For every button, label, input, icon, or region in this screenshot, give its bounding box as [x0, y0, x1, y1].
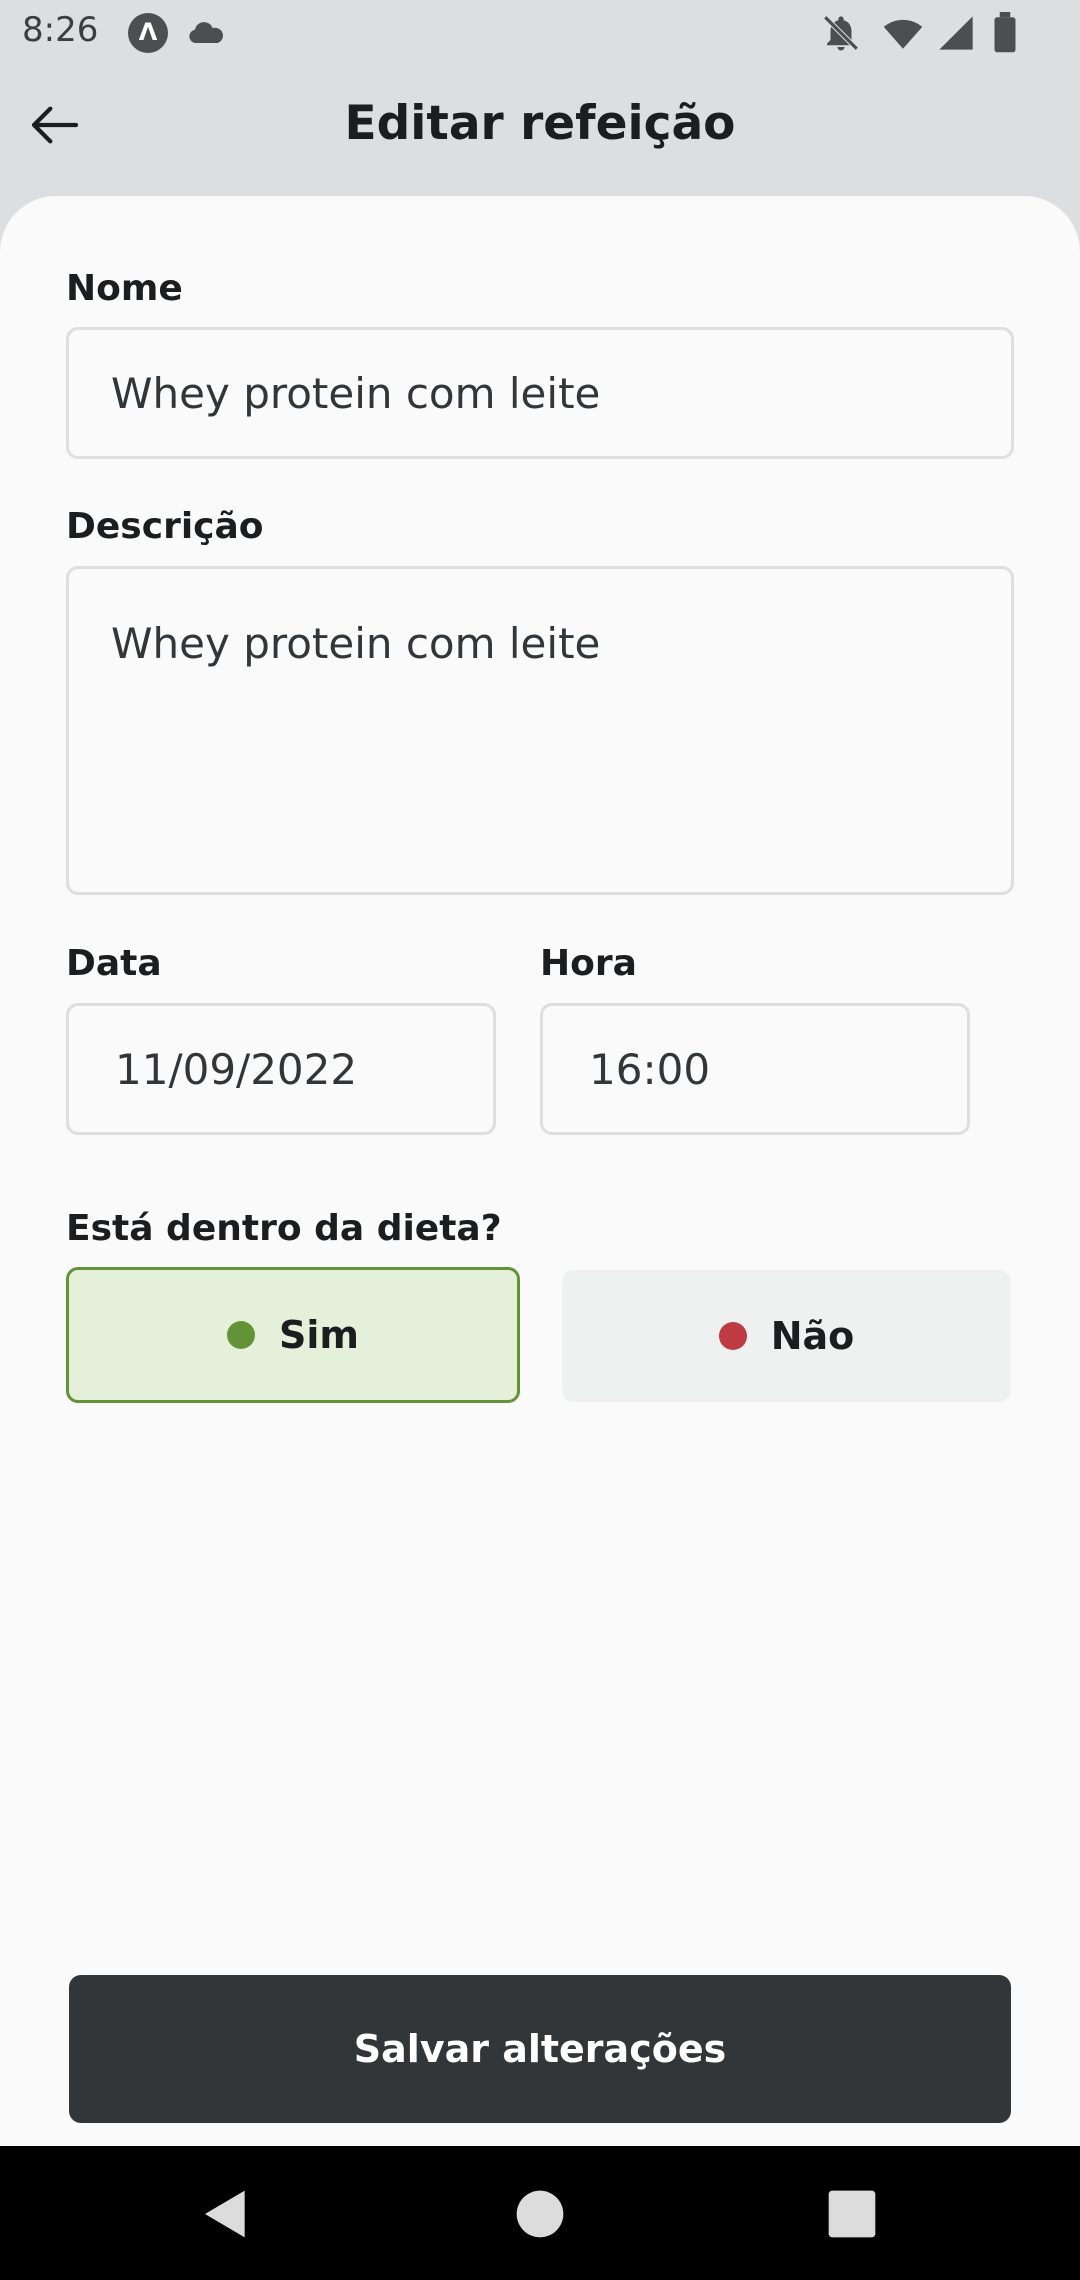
date-input[interactable]: 11/09/2022	[66, 1003, 496, 1135]
save-changes-label: Salvar alterações	[353, 2027, 727, 2071]
battery-icon	[990, 12, 1020, 58]
green-dot-icon	[227, 1321, 255, 1349]
status-icons	[820, 12, 1080, 54]
time-input-value: 16:00	[589, 1044, 711, 1094]
signal-icon	[936, 12, 976, 58]
diet-no-label: Não	[770, 1314, 855, 1358]
save-changes-button[interactable]: Salvar alterações	[69, 1975, 1011, 2123]
form-card	[0, 196, 1080, 2146]
time-label: Hora	[540, 943, 637, 984]
page-title: Editar refeição	[344, 96, 736, 151]
name-input-value: Whey protein com leite	[111, 368, 601, 418]
time-input[interactable]: 16:00	[540, 1003, 970, 1135]
description-input-value: Whey protein com leite	[111, 619, 601, 668]
status-bar: 8:26 Λ	[0, 0, 1080, 66]
nav-recents-button[interactable]	[824, 2186, 880, 2242]
notifications-off-icon	[820, 12, 862, 58]
diet-question-label: Está dentro da dieta?	[66, 1208, 502, 1249]
red-dot-icon	[718, 1322, 747, 1350]
app-notification-icon: Λ	[128, 13, 168, 53]
diet-yes-label: Sim	[279, 1313, 359, 1357]
name-label: Nome	[66, 268, 183, 309]
cloud-icon	[186, 13, 226, 57]
home-icon	[516, 2190, 564, 2238]
recents-icon	[828, 2190, 876, 2238]
name-input[interactable]: Whey protein com leite	[66, 327, 1014, 459]
date-label: Data	[66, 943, 162, 984]
back-icon	[205, 2190, 245, 2238]
navigation-bar	[0, 2146, 1080, 2280]
nav-home-button[interactable]	[512, 2186, 568, 2242]
description-input[interactable]: Whey protein com leite	[66, 566, 1014, 895]
wifi-icon	[880, 12, 926, 58]
nav-back-button[interactable]	[198, 2186, 254, 2242]
diet-yes-option[interactable]: Sim	[66, 1267, 520, 1403]
description-label: Descrição	[66, 506, 264, 547]
status-time: 8:26	[22, 10, 99, 50]
diet-no-option[interactable]: Não	[562, 1270, 1011, 1402]
date-input-value: 11/09/2022	[115, 1044, 358, 1094]
header: Editar refeição	[0, 66, 1080, 196]
